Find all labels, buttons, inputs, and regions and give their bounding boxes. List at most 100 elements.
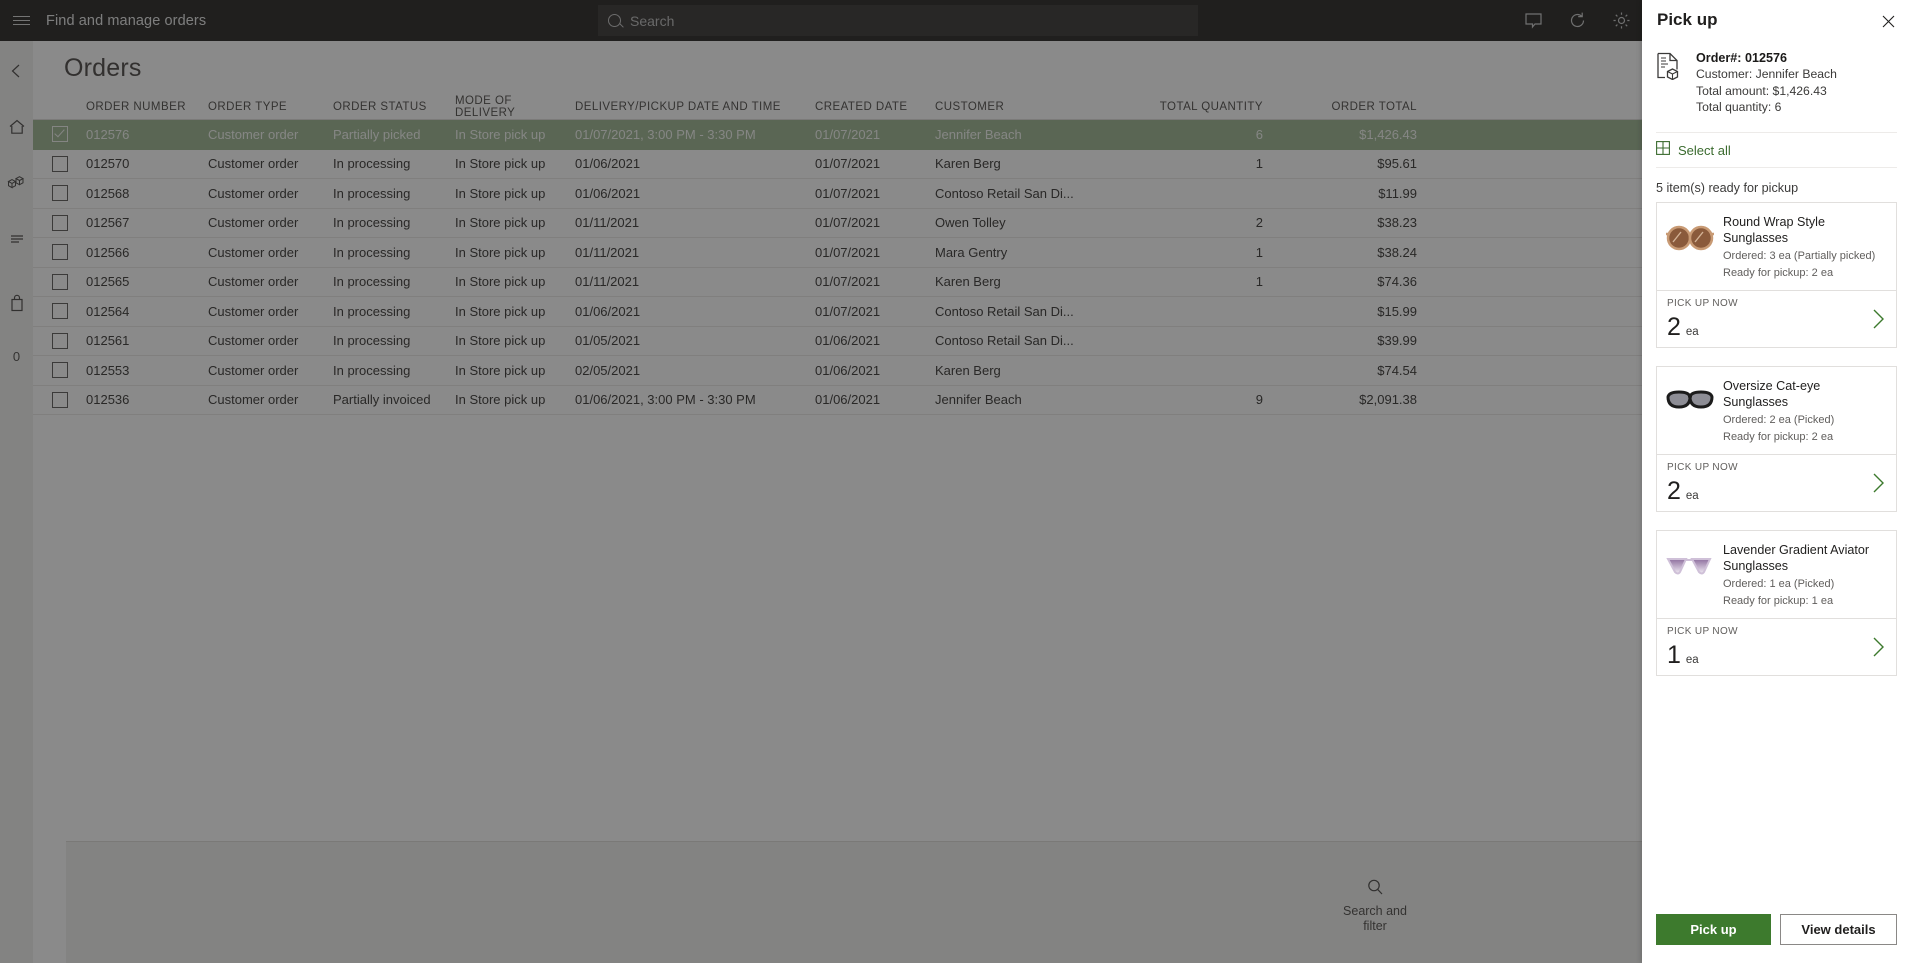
row-checkbox[interactable] [33, 273, 86, 290]
cell-order-type: Customer order [208, 274, 299, 290]
back-arrow-icon[interactable] [5, 59, 29, 83]
pickup-item-details: Oversize Cat-eye Sunglasses Ordered: 2 ea… [1657, 367, 1896, 454]
order-total-quantity-label: Total quantity: 6 [1696, 100, 1782, 115]
pickup-item-text: Lavender Gradient Aviator Sunglasses Orde… [1723, 540, 1887, 609]
pickup-qty-unit: ea [1685, 489, 1699, 502]
refresh-icon[interactable] [1566, 10, 1588, 32]
pickup-item-card[interactable]: Lavender Gradient Aviator Sunglasses Orde… [1656, 529, 1897, 676]
pickup-item-card[interactable]: Round Wrap Style Sunglasses Ordered: 3 ea… [1656, 201, 1897, 348]
cell-delivery-datetime: 01/06/2021 [575, 185, 641, 201]
view-details-button[interactable]: View details [1780, 914, 1897, 945]
gear-icon[interactable] [1610, 10, 1632, 32]
cell-order-total: $11.99 [1378, 185, 1417, 201]
cell-created-date: 01/07/2021 [815, 126, 881, 142]
order-total-amount-label: Total amount: $1,426.43 [1696, 83, 1827, 98]
column-header-delivery-datetime[interactable]: DELIVERY/PICKUP DATE AND TIME [575, 101, 815, 113]
cell-order-type: Customer order [208, 156, 299, 172]
product-ordered-qty: Ordered: 3 ea (Partially picked) [1723, 249, 1876, 262]
column-header-customer[interactable]: CUSTOMER [935, 101, 1115, 113]
chevron-right-icon[interactable] [1871, 472, 1886, 503]
table-row[interactable]: 012568 Customer order In processing In Stor… [33, 179, 1642, 209]
product-ready-qty: Ready for pickup: 2 ea [1723, 430, 1834, 443]
products-icon[interactable] [5, 171, 29, 195]
cell-mode-of-delivery: In Store pick up [455, 362, 546, 378]
chevron-right-icon[interactable] [1871, 308, 1886, 339]
pickup-qty-unit: ea [1685, 325, 1699, 338]
cell-delivery-datetime: 01/07/2021, 3:00 PM - 3:30 PM [575, 126, 756, 142]
close-icon[interactable] [1877, 10, 1899, 32]
bag-icon[interactable] [5, 291, 29, 315]
table-row[interactable]: 012536 Customer order Partially invoiced In… [33, 386, 1642, 415]
column-header-order-number[interactable]: ORDER NUMBER [86, 101, 208, 113]
row-checkbox[interactable] [33, 155, 86, 172]
cell-mode-of-delivery: In Store pick up [455, 244, 546, 260]
pickup-panel-header: Pick up [1642, 0, 1911, 32]
column-header-order-status[interactable]: ORDER STATUS [333, 101, 455, 113]
pickup-qty-unit: ea [1685, 653, 1699, 666]
pickup-qty-value: 2 [1667, 476, 1681, 505]
order-document-icon [1656, 50, 1686, 116]
select-all-button[interactable]: Select all [1656, 131, 1897, 168]
chevron-right-icon[interactable] [1871, 636, 1886, 667]
pickup-item-details: Lavender Gradient Aviator Sunglasses Orde… [1657, 531, 1896, 618]
pickup-now-label: PICK UP NOW [1667, 625, 1738, 637]
row-checkbox[interactable] [33, 185, 86, 202]
cell-order-total: $2,091.38 [1359, 392, 1417, 408]
row-checkbox[interactable] [33, 332, 86, 349]
pickup-now-row[interactable]: PICK UP NOW 2 ea [1657, 289, 1896, 347]
cell-order-type: Customer order [208, 333, 299, 349]
table-row[interactable]: 012570 Customer order In processing In Stor… [33, 150, 1642, 179]
search-input[interactable] [630, 12, 1161, 29]
cell-total-quantity: 1 [1255, 274, 1263, 290]
pickup-item-card[interactable]: Oversize Cat-eye Sunglasses Ordered: 2 ea… [1656, 365, 1897, 512]
comment-icon[interactable] [1522, 10, 1544, 32]
pickup-now-row[interactable]: PICK UP NOW 2 ea [1657, 453, 1896, 511]
pickup-now-quantity: 1 ea [1667, 642, 1738, 667]
hamburger-icon[interactable] [0, 0, 42, 41]
product-name: Round Wrap Style Sunglasses [1723, 214, 1825, 246]
cell-created-date: 01/07/2021 [815, 244, 881, 260]
column-header-order-type[interactable]: ORDER TYPE [208, 101, 333, 113]
table-row[interactable]: 012565 Customer order In processing In Stor… [33, 268, 1642, 297]
row-checkbox[interactable] [33, 214, 86, 231]
pickup-items-list: Round Wrap Style Sunglasses Ordered: 3 ea… [1642, 201, 1911, 914]
table-row[interactable]: 012566 Customer order In processing In Stor… [33, 238, 1642, 268]
row-checkbox[interactable] [33, 391, 86, 408]
column-header-order-total[interactable]: ORDER TOTAL [1271, 101, 1421, 113]
app-title: Find and manage orders [46, 12, 207, 29]
orders-page: Orders ORDER NUMBER ORDER TYPE ORDER STA… [33, 41, 1675, 963]
column-header-total-quantity[interactable]: TOTAL QUANTITY [1115, 101, 1271, 113]
table-row[interactable]: 012576 Customer order Partially picked In S… [33, 120, 1642, 150]
list-icon[interactable] [5, 227, 29, 251]
column-header-mode-of-delivery[interactable]: MODE OF DELIVERY [455, 95, 575, 119]
cell-created-date: 01/06/2021 [815, 333, 881, 349]
cell-order-number: 012565 [86, 274, 130, 290]
cell-order-status: In processing [333, 215, 411, 231]
table-row[interactable]: 012561 Customer order In processing In Stor… [33, 327, 1642, 356]
pickup-now-quantity: 2 ea [1667, 314, 1738, 339]
search-and-filter-label: Search and filter [1343, 903, 1407, 933]
cell-total-quantity: 1 [1255, 244, 1263, 260]
table-row[interactable]: 012553 Customer order In processing In Stor… [33, 356, 1642, 386]
table-row[interactable]: 012567 Customer order In processing In Stor… [33, 209, 1642, 238]
pickup-now-row[interactable]: PICK UP NOW 1 ea [1657, 617, 1896, 675]
cell-customer: Contoso Retail San Di... [935, 333, 1074, 349]
row-checkbox[interactable] [33, 362, 86, 379]
cell-created-date: 01/07/2021 [815, 274, 881, 290]
search-icon [1330, 872, 1420, 898]
row-checkbox[interactable] [33, 303, 86, 320]
home-icon[interactable] [5, 115, 29, 139]
cell-total-quantity: 1 [1255, 156, 1263, 172]
row-checkbox[interactable] [33, 244, 86, 261]
cell-mode-of-delivery: In Store pick up [455, 303, 546, 319]
cell-order-type: Customer order [208, 126, 299, 142]
table-row[interactable]: 012564 Customer order In processing In Stor… [33, 297, 1642, 327]
cell-mode-of-delivery: In Store pick up [455, 156, 546, 172]
row-checkbox[interactable] [33, 126, 86, 143]
cell-order-total: $95.61 [1377, 156, 1417, 172]
global-search[interactable] [598, 5, 1198, 36]
pick-up-button[interactable]: Pick up [1656, 914, 1771, 945]
cell-order-total: $74.54 [1377, 362, 1417, 378]
search-and-filter-button[interactable]: Search and filter [1330, 872, 1420, 934]
column-header-created-date[interactable]: CREATED DATE [815, 101, 935, 113]
